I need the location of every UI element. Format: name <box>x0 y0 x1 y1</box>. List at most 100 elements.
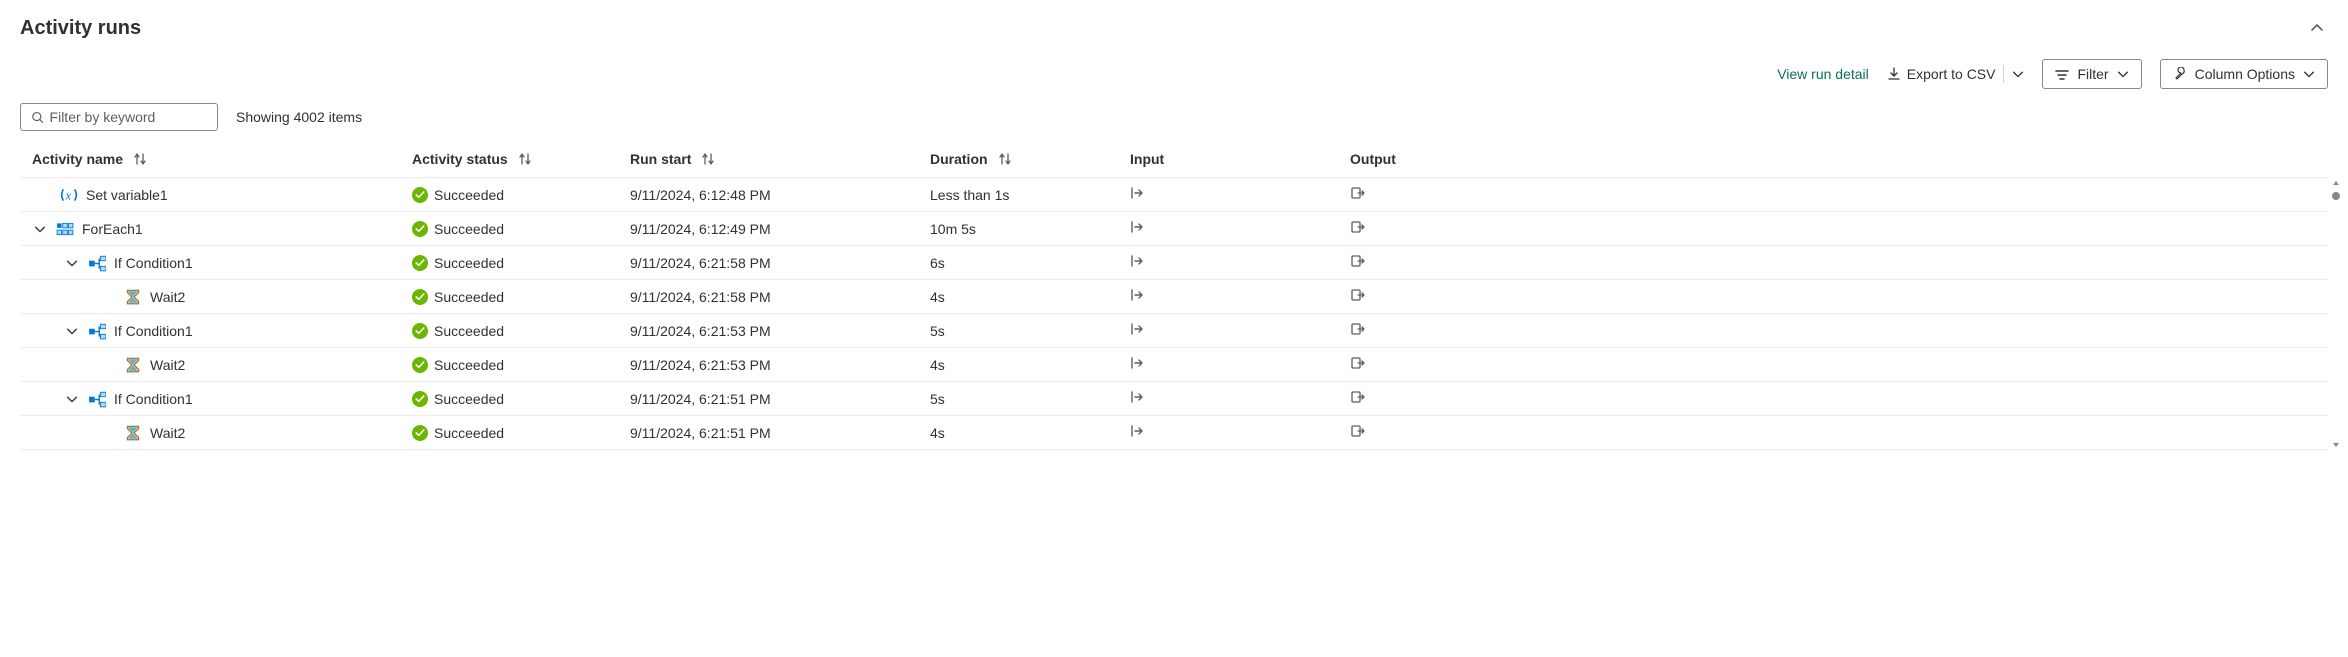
activity-name: If Condition1 <box>114 323 193 339</box>
column-header-start[interactable]: Run start <box>630 151 930 167</box>
status-text: Succeeded <box>434 425 504 441</box>
scrollbar[interactable] <box>2330 178 2342 450</box>
sort-icon <box>998 152 1012 166</box>
output-icon[interactable] <box>1350 355 1366 374</box>
sort-icon <box>701 152 715 166</box>
duration: 4s <box>930 425 945 441</box>
input-icon[interactable] <box>1130 389 1146 408</box>
success-icon <box>412 221 428 237</box>
export-csv-button[interactable]: Export to CSV <box>1887 66 1996 82</box>
page-title: Activity runs <box>20 17 141 40</box>
run-start: 9/11/2024, 6:21:53 PM <box>630 357 771 373</box>
success-icon <box>412 357 428 373</box>
output-icon[interactable] <box>1350 287 1366 306</box>
success-icon <box>412 425 428 441</box>
chevron-down-icon <box>2012 68 2024 80</box>
table-row[interactable]: Wait2 Succeeded 9/11/2024, 6:21:58 PM 4s <box>20 280 2328 314</box>
output-icon[interactable] <box>1350 321 1366 340</box>
scroll-up-icon <box>2331 178 2341 188</box>
wrench-icon <box>2173 67 2187 81</box>
column-header-duration[interactable]: Duration <box>930 151 1130 167</box>
column-header-output[interactable]: Output <box>1350 151 2328 167</box>
table-row[interactable]: Set variable1Succeeded9/11/2024, 6:12:48… <box>20 178 2328 212</box>
status-text: Succeeded <box>434 391 504 407</box>
chevron-down-icon <box>2303 68 2315 80</box>
table-row[interactable]: If Condition1Succeeded9/11/2024, 6:21:58… <box>20 246 2328 280</box>
activity-runs-table: Activity name Activity status Run start … <box>20 141 2328 450</box>
input-icon[interactable] <box>1130 355 1146 374</box>
wait-icon <box>124 424 142 442</box>
item-count-text: Showing 4002 items <box>236 109 362 125</box>
search-icon <box>31 110 44 124</box>
success-icon <box>412 323 428 339</box>
input-icon[interactable] <box>1130 423 1146 442</box>
output-icon[interactable] <box>1350 423 1366 442</box>
status-text: Succeeded <box>434 357 504 373</box>
download-icon <box>1887 67 1901 81</box>
scroll-thumb[interactable] <box>2332 192 2340 200</box>
column-options-label: Column Options <box>2195 66 2295 82</box>
column-header-name[interactable]: Activity name <box>32 151 412 167</box>
run-start: 9/11/2024, 6:21:58 PM <box>630 289 771 305</box>
expander-toggle[interactable] <box>32 221 48 237</box>
status-text: Succeeded <box>434 255 504 271</box>
chevron-down-icon <box>2117 68 2129 80</box>
wait-icon <box>124 288 142 306</box>
input-icon[interactable] <box>1130 185 1146 204</box>
output-icon[interactable] <box>1350 253 1366 272</box>
run-start: 9/11/2024, 6:12:49 PM <box>630 221 771 237</box>
expander-toggle[interactable] <box>64 255 80 271</box>
table-row[interactable]: Wait2Succeeded9/11/2024, 6:21:53 PM4s <box>20 348 2328 382</box>
sort-icon <box>518 152 532 166</box>
success-icon <box>412 391 428 407</box>
table-row[interactable]: If Condition1Succeeded9/11/2024, 6:21:51… <box>20 382 2328 416</box>
column-header-input[interactable]: Input <box>1130 151 1350 167</box>
expander-toggle[interactable] <box>64 323 80 339</box>
column-header-status[interactable]: Activity status <box>412 151 630 167</box>
ifcond-icon <box>88 390 106 408</box>
filter-input[interactable] <box>50 109 207 125</box>
run-start: 9/11/2024, 6:12:48 PM <box>630 187 771 203</box>
collapse-panel-chevron[interactable] <box>2306 16 2328 41</box>
input-icon[interactable] <box>1130 219 1146 238</box>
ifcond-icon <box>88 322 106 340</box>
duration: Less than 1s <box>930 187 1009 203</box>
filter-label: Filter <box>2077 66 2108 82</box>
filter-button[interactable]: Filter <box>2042 59 2141 89</box>
run-start: 9/11/2024, 6:21:58 PM <box>630 255 771 271</box>
input-icon[interactable] <box>1130 287 1146 306</box>
scroll-down-icon <box>2331 440 2341 450</box>
output-icon[interactable] <box>1350 185 1366 204</box>
run-start: 9/11/2024, 6:21:51 PM <box>630 391 771 407</box>
duration: 5s <box>930 391 945 407</box>
status-text: Succeeded <box>434 221 504 237</box>
column-options-button[interactable]: Column Options <box>2160 59 2328 89</box>
duration: 4s <box>930 289 945 305</box>
success-icon <box>412 255 428 271</box>
ifcond-icon <box>88 254 106 272</box>
output-icon[interactable] <box>1350 219 1366 238</box>
table-row[interactable]: ForEach1 Succeeded 9/11/2024, 6:12:49 PM 10… <box>20 212 2328 246</box>
expander-toggle[interactable] <box>64 391 80 407</box>
foreach-icon <box>56 220 74 238</box>
duration: 4s <box>930 357 945 373</box>
export-csv-label: Export to CSV <box>1907 66 1996 82</box>
export-csv-dropdown[interactable] <box>2012 68 2024 80</box>
table-row[interactable]: If Condition1 Succeeded 9/11/2024, 6:21:53… <box>20 314 2328 348</box>
separator <box>2003 65 2004 83</box>
run-start: 9/11/2024, 6:21:53 PM <box>630 323 771 339</box>
activity-name: Wait2 <box>150 289 185 305</box>
duration: 10m 5s <box>930 221 976 237</box>
filter-search-box[interactable] <box>20 103 218 131</box>
status-text: Succeeded <box>434 289 504 305</box>
table-row[interactable]: Wait2 Succeeded 9/11/2024, 6:21:51 PM 4s <box>20 416 2328 450</box>
activity-name: ForEach1 <box>82 221 143 237</box>
activity-name: Wait2 <box>150 425 185 441</box>
output-icon[interactable] <box>1350 389 1366 408</box>
view-run-detail-link[interactable]: View run detail <box>1777 66 1869 82</box>
input-icon[interactable] <box>1130 253 1146 272</box>
run-start: 9/11/2024, 6:21:51 PM <box>630 425 771 441</box>
status-text: Succeeded <box>434 323 504 339</box>
input-icon[interactable] <box>1130 321 1146 340</box>
table-body: Set variable1Succeeded9/11/2024, 6:12:48… <box>20 177 2328 450</box>
